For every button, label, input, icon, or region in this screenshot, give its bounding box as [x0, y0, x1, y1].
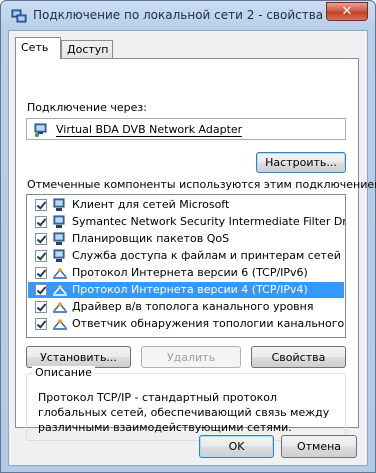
ok-button-label: OK — [228, 440, 245, 453]
component-checkbox[interactable] — [35, 267, 47, 279]
adapter-name: Virtual BDA DVB Network Adapter — [56, 123, 243, 137]
window-title: Подключение по локальной сети 2 - свойст… — [33, 8, 324, 22]
dialog-body: Сеть Доступ Подключение через: Virtual B… — [8, 30, 376, 466]
network-client-icon — [53, 215, 65, 228]
list-item[interactable]: Клиент для сетей Microsoft — [28, 197, 344, 213]
component-label: Symantec Network Security Intermediate F… — [72, 215, 346, 228]
configure-button[interactable]: Настроить... — [256, 152, 346, 173]
network-connection-icon — [11, 9, 27, 23]
component-checkbox[interactable] — [35, 250, 47, 262]
component-checkbox[interactable] — [35, 216, 47, 228]
protocol-icon — [53, 319, 67, 330]
component-checkbox[interactable] — [35, 199, 47, 211]
properties-dialog: Подключение по локальной сети 2 - свойст… — [0, 0, 376, 473]
network-client-icon — [53, 249, 65, 262]
component-checkbox[interactable] — [35, 301, 47, 313]
list-item[interactable]: Служба доступа к файлам и принтерам сете… — [28, 248, 345, 264]
uninstall-button-label: Удалить — [166, 351, 216, 364]
network-adapter-icon — [34, 123, 47, 137]
tab-sharing[interactable]: Доступ — [61, 40, 113, 59]
component-checkbox[interactable] — [35, 284, 47, 296]
cancel-button[interactable]: Отмена — [281, 435, 357, 458]
component-label: Ответчик обнаружения топологии канальног… — [72, 317, 345, 330]
uninstall-button[interactable]: Удалить — [141, 346, 241, 368]
component-label: Планировщик пакетов QoS — [72, 232, 230, 245]
component-label: Клиент для сетей Microsoft — [72, 198, 230, 211]
list-item[interactable]: Драйвер в/в тополога канального уровня — [28, 299, 344, 315]
title-bar[interactable]: Подключение по локальной сети 2 - свойст… — [1, 1, 375, 31]
cancel-button-label: Отмена — [296, 440, 342, 453]
close-icon: ✕ — [341, 4, 353, 19]
properties-button-label: Свойства — [271, 351, 326, 364]
component-checkbox[interactable] — [35, 233, 47, 245]
components-list[interactable]: Клиент для сетей Microsoft Symantec Netw… — [26, 194, 346, 338]
tab-network[interactable]: Сеть — [15, 37, 61, 59]
list-item[interactable]: Symantec Network Security Intermediate F… — [28, 214, 346, 230]
install-button-label: Установить... — [40, 351, 117, 364]
network-client-icon — [53, 198, 65, 211]
install-button[interactable]: Установить... — [26, 346, 131, 368]
component-checkbox[interactable] — [35, 318, 47, 330]
ok-button[interactable]: OK — [199, 435, 274, 458]
connect-using-label: Подключение через: — [27, 101, 147, 114]
component-label: Служба доступа к файлам и принтерам сете… — [72, 249, 345, 262]
adapter-field[interactable]: Virtual BDA DVB Network Adapter — [26, 118, 346, 140]
list-item[interactable]: Ответчик обнаружения топологии канальног… — [28, 316, 345, 332]
list-item[interactable]: Планировщик пакетов QoS — [28, 231, 344, 247]
component-label: Протокол Интернета версии 6 (TCP/IPv6) — [72, 266, 308, 279]
list-item-selected[interactable]: Протокол Интернета версии 4 (TCP/IPv4) — [28, 282, 344, 298]
properties-button[interactable]: Свойства — [251, 346, 346, 368]
protocol-icon — [53, 302, 67, 313]
tab-panel-network: Подключение через: Virtual BDA DVB Netwo… — [15, 58, 376, 441]
close-button[interactable]: ✕ — [326, 2, 368, 21]
description-text: Протокол TCP/IP - стандартный протокол г… — [38, 391, 330, 434]
component-label: Протокол Интернета версии 4 (TCP/IPv4) — [72, 283, 308, 296]
component-label: Драйвер в/в тополога канального уровня — [72, 300, 314, 313]
components-label: Отмеченные компоненты используются этим … — [27, 178, 376, 191]
list-item[interactable]: Протокол Интернета версии 6 (TCP/IPv6) — [28, 265, 344, 281]
configure-button-label: Настроить... — [265, 156, 337, 169]
protocol-icon — [53, 268, 67, 279]
description-title: Описание — [32, 366, 95, 379]
network-client-icon — [53, 232, 65, 245]
protocol-icon — [53, 285, 67, 296]
